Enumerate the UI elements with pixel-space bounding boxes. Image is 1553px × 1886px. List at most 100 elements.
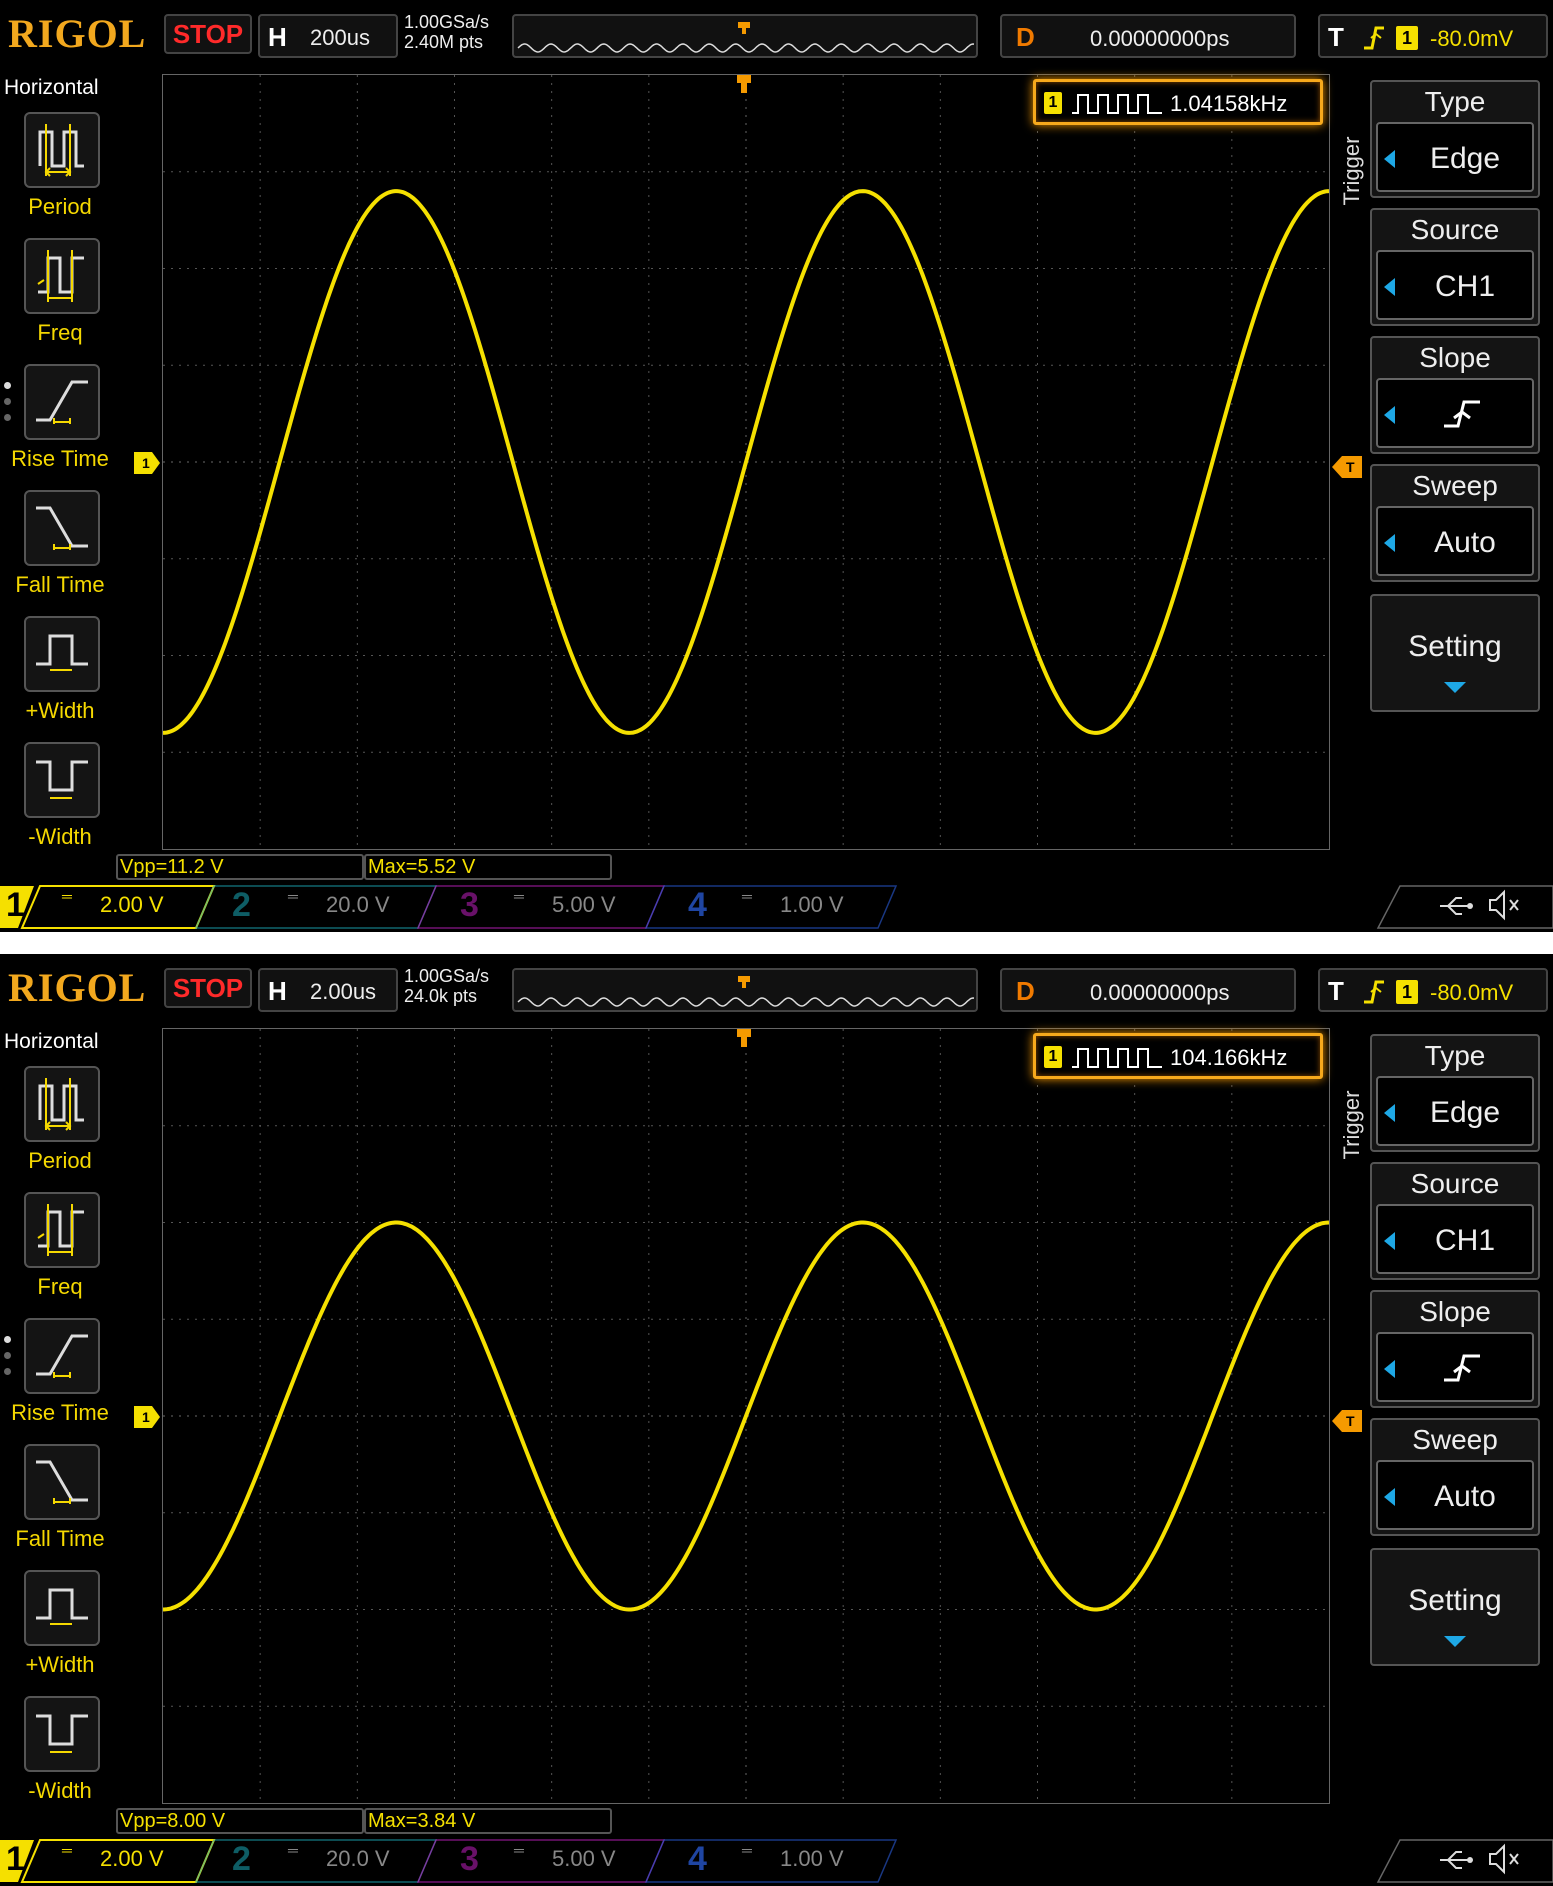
- delay-key: D: [1016, 22, 1035, 52]
- measure-fall-time[interactable]: Fall Time: [0, 490, 120, 616]
- waveform-grid[interactable]: 1 104.166kHz: [162, 1028, 1330, 1804]
- measure-positive-width[interactable]: +Width: [0, 1570, 120, 1696]
- left-arrow-icon: [1384, 1360, 1395, 1378]
- trigger-sweep-item[interactable]: Sweep Auto: [1370, 464, 1540, 582]
- delay-value: 0.00000000ps: [1090, 26, 1230, 51]
- ch4-scale[interactable]: 1.00 V: [780, 1846, 844, 1872]
- ch1-number[interactable]: 1: [6, 886, 25, 925]
- horizontal-key: H: [268, 976, 287, 1006]
- menu-label: +Width: [25, 1652, 95, 1677]
- freq-icon: [24, 238, 100, 314]
- measure-rise-time[interactable]: Rise Time: [0, 364, 120, 490]
- ch1-scale[interactable]: 2.00 V: [100, 892, 164, 918]
- trigger-type-item[interactable]: Type Edge: [1370, 1034, 1540, 1152]
- ch2-scale[interactable]: 20.0 V: [326, 1846, 390, 1872]
- left-arrow-icon: [1384, 1232, 1395, 1250]
- ch3-scale[interactable]: 5.00 V: [552, 892, 616, 918]
- menu-label: Rise Time: [11, 446, 109, 471]
- measure-freq[interactable]: Freq: [0, 1192, 120, 1318]
- trigger-sweep-label: Sweep: [1412, 1424, 1498, 1455]
- ch4-number[interactable]: 4: [688, 886, 707, 925]
- rising-edge-icon: [1444, 400, 1480, 428]
- trigger-slope-item[interactable]: Slope: [1370, 1290, 1540, 1408]
- measurement-vpp[interactable]: Vpp=8.00 V: [116, 1808, 364, 1834]
- measure-period[interactable]: Period: [0, 112, 120, 238]
- run-stop-indicator[interactable]: STOP: [164, 14, 252, 54]
- run-stop-indicator[interactable]: STOP: [164, 968, 252, 1008]
- rising-edge-icon: [1444, 1354, 1480, 1382]
- positive-width-icon: [24, 1570, 100, 1646]
- memory-overview-bar[interactable]: [512, 14, 978, 58]
- trigger-source-item[interactable]: Source CH1: [1370, 208, 1540, 326]
- ch1-offset-marker[interactable]: 1: [134, 452, 160, 474]
- trigger-type-value-box: Edge: [1376, 122, 1534, 192]
- left-arrow-icon: [1384, 534, 1395, 552]
- scope-screen-1k: RIGOL STOP H 200us 1.00GSa/s 2.40M pts D…: [0, 0, 1553, 932]
- memory-overview-wave: [517, 976, 975, 1007]
- trigger-slope-label: Slope: [1419, 1296, 1491, 1327]
- measure-freq[interactable]: Freq: [0, 238, 120, 364]
- measurement-vpp[interactable]: Vpp=11.2 V: [116, 854, 364, 880]
- ch3-number[interactable]: 3: [460, 886, 479, 925]
- trigger-type-value: Edge: [1429, 1096, 1501, 1129]
- horizontal-measure-menu: Horizontal Period Freq Rise Time Fall Ti…: [0, 1026, 120, 1826]
- trigger-slope-label: Slope: [1419, 342, 1491, 373]
- measure-negative-width[interactable]: -Width: [0, 742, 120, 868]
- ch4-scale[interactable]: 1.00 V: [780, 892, 844, 918]
- measure-fall-time[interactable]: Fall Time: [0, 1444, 120, 1570]
- menu-label: Period: [28, 1148, 92, 1173]
- measure-negative-width[interactable]: -Width: [0, 1696, 120, 1822]
- setting-label: Setting: [1408, 1584, 1502, 1617]
- menu-title: Horizontal: [4, 76, 99, 99]
- measure-period[interactable]: Period: [0, 1066, 120, 1192]
- waveform-plot: [163, 1029, 1329, 1803]
- horizontal-timebase-box[interactable]: H 2.00us: [258, 968, 398, 1012]
- ch2-number[interactable]: 2: [232, 1840, 251, 1879]
- scope-screen-100k: RIGOL STOP H 2.00us 1.00GSa/s 24.0k pts …: [0, 954, 1553, 1886]
- menu-label: Freq: [37, 320, 83, 345]
- memory-depth: 24.0k pts: [404, 986, 478, 1006]
- trigger-setting-button[interactable]: Setting: [1370, 1548, 1540, 1666]
- memory-overview-bar[interactable]: [512, 968, 978, 1012]
- pulse-train-icon: [1072, 1048, 1162, 1068]
- delay-box[interactable]: D 0.00000000ps: [1000, 968, 1296, 1012]
- waveform-grid[interactable]: 1 1.04158kHz: [162, 74, 1330, 850]
- menu-label: -Width: [28, 824, 92, 849]
- trigger-slope-value-box: [1376, 1332, 1534, 1402]
- trigger-status-box[interactable]: T 1 -80.0mV: [1318, 14, 1548, 58]
- trigger-menu-title: Trigger: [1339, 136, 1364, 206]
- trigger-setting-button[interactable]: Setting: [1370, 594, 1540, 712]
- delay-box[interactable]: D 0.00000000ps: [1000, 14, 1296, 58]
- ch2-number[interactable]: 2: [232, 886, 251, 925]
- trigger-sweep-label: Sweep: [1412, 470, 1498, 501]
- horizontal-timebase-box[interactable]: H 200us: [258, 14, 398, 58]
- memory-depth: 2.40M pts: [404, 32, 484, 52]
- measure-rise-time[interactable]: Rise Time: [0, 1318, 120, 1444]
- measure-positive-width[interactable]: +Width: [0, 616, 120, 742]
- trigger-slope-item[interactable]: Slope: [1370, 336, 1540, 454]
- trigger-key: T: [1328, 22, 1344, 52]
- ch4-number[interactable]: 4: [688, 1840, 707, 1879]
- ch1-offset-marker[interactable]: 1: [134, 1406, 160, 1428]
- delay-key: D: [1016, 976, 1035, 1006]
- trigger-type-item[interactable]: Type Edge: [1370, 80, 1540, 198]
- fall-time-icon: [24, 1444, 100, 1520]
- ch1-scale[interactable]: 2.00 V: [100, 1846, 164, 1872]
- trigger-source-item[interactable]: Source CH1: [1370, 1162, 1540, 1280]
- measurement-max[interactable]: Max=5.52 V: [364, 854, 612, 880]
- measurement-max[interactable]: Max=3.84 V: [364, 1808, 612, 1834]
- menu-label: Period: [28, 194, 92, 219]
- ch3-number[interactable]: 3: [460, 1840, 479, 1879]
- trigger-sweep-item[interactable]: Sweep Auto: [1370, 1418, 1540, 1536]
- ch2-coupling-icon: ═: [288, 1842, 298, 1858]
- trigger-source-value: CH1: [1434, 1224, 1495, 1257]
- trigger-menu-title: Trigger: [1339, 1090, 1364, 1160]
- ch2-scale[interactable]: 20.0 V: [326, 892, 390, 918]
- trigger-sweep-value-box: Auto: [1376, 1460, 1534, 1530]
- ch3-scale[interactable]: 5.00 V: [552, 1846, 616, 1872]
- trigger-status-box[interactable]: T 1 -80.0mV: [1318, 968, 1548, 1012]
- negative-width-icon: [24, 742, 100, 818]
- trigger-sweep-value-box: Auto: [1376, 506, 1534, 576]
- ch1-number[interactable]: 1: [6, 1840, 25, 1879]
- fall-time-icon: [24, 490, 100, 566]
